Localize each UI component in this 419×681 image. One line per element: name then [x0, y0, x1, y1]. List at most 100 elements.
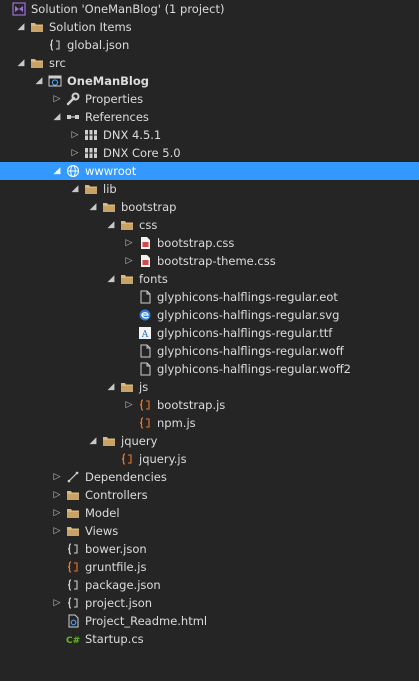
tree-item[interactable]: C# Startup.cs — [0, 630, 419, 648]
tree-item[interactable]: npm.js — [0, 414, 419, 432]
tree-item[interactable]: ◢ References — [0, 108, 419, 126]
tree-item-label: jquery.js — [139, 452, 187, 466]
css-file-icon — [138, 236, 152, 250]
svg-text:A: A — [141, 330, 149, 340]
collapsed-arrow-icon[interactable]: ▷ — [123, 396, 135, 414]
collapsed-arrow-icon[interactable]: ▷ — [123, 252, 135, 270]
tree-item-label: js — [139, 380, 149, 394]
tree-item-label: npm.js — [157, 416, 196, 430]
expanded-arrow-icon[interactable]: ◢ — [15, 18, 27, 36]
tree-item-label: glyphicons-halflings-regular.eot — [157, 290, 338, 304]
file-icon — [138, 290, 152, 304]
csharp-file-icon: C# — [66, 632, 80, 646]
tree-item[interactable]: ◢ jquery — [0, 432, 419, 450]
tree-item[interactable]: package.json — [0, 576, 419, 594]
expanded-arrow-icon[interactable]: ◢ — [33, 72, 45, 90]
json-file-icon — [66, 578, 80, 592]
tree-item-label: glyphicons-halflings-regular.woff — [157, 344, 344, 358]
expanded-arrow-icon[interactable]: ◢ — [105, 216, 117, 234]
tree-item-label: package.json — [85, 578, 161, 592]
expanded-arrow-icon[interactable]: ◢ — [51, 162, 63, 180]
collapsed-arrow-icon[interactable]: ▷ — [51, 468, 63, 486]
tree-item-label: jquery — [121, 434, 158, 448]
tree-item[interactable]: ◢ bootstrap — [0, 198, 419, 216]
folder-icon — [66, 488, 80, 502]
js-file-icon — [138, 416, 152, 430]
collapsed-arrow-icon[interactable]: ▷ — [69, 126, 81, 144]
tree-item-label: global.json — [67, 38, 130, 52]
folder-icon — [120, 380, 134, 394]
collapsed-arrow-icon[interactable]: ▷ — [51, 522, 63, 540]
tree-item[interactable]: ◢ css — [0, 216, 419, 234]
tree-item-label: gruntfile.js — [85, 560, 147, 574]
file-icon — [138, 344, 152, 358]
expanded-arrow-icon[interactable]: ◢ — [15, 54, 27, 72]
tree-item-label: bootstrap.js — [157, 398, 226, 412]
wrench-icon — [66, 92, 80, 106]
tree-item[interactable]: ▷ Views — [0, 522, 419, 540]
tree-item[interactable]: ▷ DNX Core 5.0 — [0, 144, 419, 162]
tree-item[interactable]: glyphicons-halflings-regular.woff — [0, 342, 419, 360]
tree-item[interactable]: Solution 'OneManBlog' (1 project) — [0, 0, 419, 18]
tree-item-label: bootstrap — [121, 200, 177, 214]
tree-item[interactable]: glyphicons-halflings-regular.eot — [0, 288, 419, 306]
expanded-arrow-icon[interactable]: ◢ — [87, 432, 99, 450]
tree-item-label: Controllers — [85, 488, 148, 502]
tree-item[interactable]: Project_Readme.html — [0, 612, 419, 630]
folder-icon — [120, 218, 134, 232]
tree-item[interactable]: gruntfile.js — [0, 558, 419, 576]
tree-item[interactable]: ▷ Properties — [0, 90, 419, 108]
tree-item[interactable]: ◢ OneManBlog — [0, 72, 419, 90]
tree-item[interactable]: ▷ Model — [0, 504, 419, 522]
tree-item-label: DNX Core 5.0 — [103, 146, 181, 160]
folder-icon — [102, 434, 116, 448]
collapsed-arrow-icon[interactable]: ▷ — [51, 90, 63, 108]
expanded-arrow-icon[interactable]: ◢ — [87, 198, 99, 216]
tree-item[interactable]: ◢ lib — [0, 180, 419, 198]
tree-item-label: Solution 'OneManBlog' (1 project) — [31, 2, 225, 16]
tree-item[interactable]: ▷ Dependencies — [0, 468, 419, 486]
tree-item-label: Dependencies — [85, 470, 167, 484]
tree-item[interactable]: ◢ src — [0, 54, 419, 72]
expanded-arrow-icon[interactable]: ◢ — [69, 180, 81, 198]
expanded-arrow-icon[interactable]: ◢ — [51, 108, 63, 126]
tree-item-label: wwwroot — [85, 164, 137, 178]
js-file-icon — [120, 452, 134, 466]
tree-item-label: Properties — [85, 92, 144, 106]
tree-item[interactable]: ▷ bootstrap.js — [0, 396, 419, 414]
tree-item-label: References — [85, 110, 149, 124]
globe-icon — [66, 164, 80, 178]
json-file-icon — [66, 542, 80, 556]
expanded-arrow-icon[interactable]: ◢ — [105, 378, 117, 396]
tree-item[interactable]: global.json — [0, 36, 419, 54]
tree-item[interactable]: ◢ Solution Items — [0, 18, 419, 36]
tree-item-label: bootstrap-theme.css — [157, 254, 276, 268]
tree-item-label: Solution Items — [49, 20, 132, 34]
tree-item[interactable]: ▷ bootstrap-theme.css — [0, 252, 419, 270]
svg-text:C#: C# — [66, 636, 80, 646]
js-file-icon — [138, 398, 152, 412]
tree-item[interactable]: ◢ fonts — [0, 270, 419, 288]
collapsed-arrow-icon[interactable]: ▷ — [51, 594, 63, 612]
font-file-icon: A — [138, 326, 152, 340]
folder-icon — [84, 182, 98, 196]
expanded-arrow-icon[interactable]: ◢ — [105, 270, 117, 288]
tree-item[interactable]: bower.json — [0, 540, 419, 558]
tree-item[interactable]: ◢ wwwroot — [0, 162, 419, 180]
json-file-icon — [48, 38, 62, 52]
tree-item[interactable]: ▷ DNX 4.5.1 — [0, 126, 419, 144]
tree-item[interactable]: Aglyphicons-halflings-regular.ttf — [0, 324, 419, 342]
tree-item-label: glyphicons-halflings-regular.ttf — [157, 326, 333, 340]
collapsed-arrow-icon[interactable]: ▷ — [123, 234, 135, 252]
tree-item-label: glyphicons-halflings-regular.svg — [157, 308, 340, 322]
tree-item[interactable]: glyphicons-halflings-regular.svg — [0, 306, 419, 324]
tree-item[interactable]: jquery.js — [0, 450, 419, 468]
collapsed-arrow-icon[interactable]: ▷ — [51, 486, 63, 504]
tree-item[interactable]: ▷ project.json — [0, 594, 419, 612]
tree-item[interactable]: ▷ bootstrap.css — [0, 234, 419, 252]
tree-item[interactable]: ▷ Controllers — [0, 486, 419, 504]
collapsed-arrow-icon[interactable]: ▷ — [51, 504, 63, 522]
collapsed-arrow-icon[interactable]: ▷ — [69, 144, 81, 162]
tree-item[interactable]: ◢ js — [0, 378, 419, 396]
tree-item[interactable]: glyphicons-halflings-regular.woff2 — [0, 360, 419, 378]
